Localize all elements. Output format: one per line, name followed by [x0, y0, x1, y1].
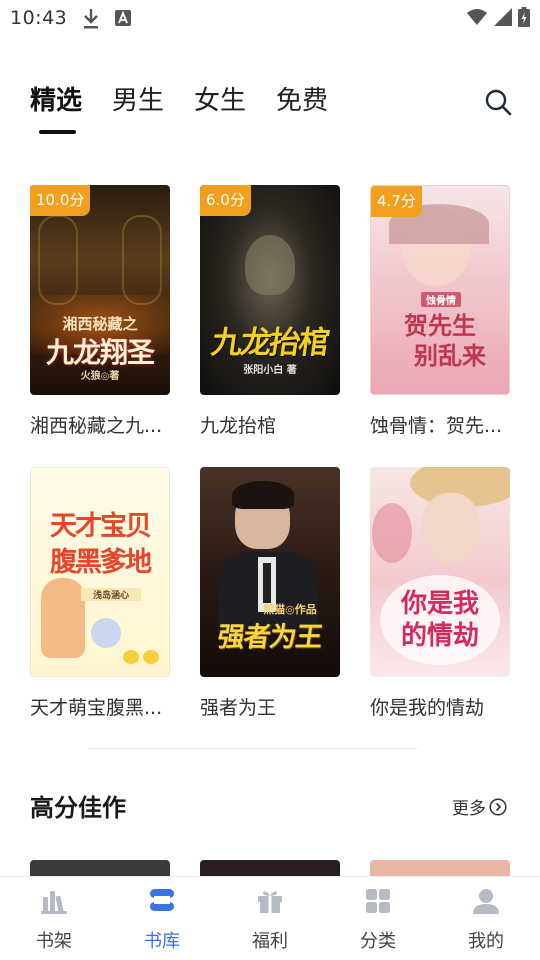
book-title[interactable]: 你是我的情劫	[370, 693, 510, 720]
book-cover[interactable]: 熊猫◎作品 强者为王	[200, 467, 340, 677]
cover-big-title-line2: 腹黑爹地	[50, 547, 152, 578]
tab-male[interactable]: 男生	[112, 84, 164, 118]
book-title[interactable]: 天才萌宝腹黑...	[30, 693, 170, 720]
profile-icon	[473, 889, 499, 914]
cover-tag: 蚀骨情	[421, 292, 461, 307]
book-card[interactable]: 湘西秘藏之 九龙翔圣 火狼◎著 10.0分 湘西秘藏之九...	[30, 185, 170, 438]
search-icon[interactable]	[484, 88, 512, 116]
book-cover[interactable]: 蚀骨情 贺先生 别乱来 4.7分	[370, 185, 510, 395]
score-badge: 10.0分	[30, 185, 91, 216]
top-tabs: 精选 男生 女生 免费	[30, 84, 328, 118]
tab-featured[interactable]: 精选	[30, 84, 82, 118]
book-cover[interactable]: 天才宝贝 腹黑爹地 浅岛涵心	[30, 467, 170, 677]
cover-big-title: 九龙翔圣	[45, 336, 155, 369]
nav-welfare[interactable]: 福利	[216, 877, 324, 960]
book-title[interactable]: 湘西秘藏之九...	[30, 411, 170, 438]
cover-big-title-line2: 别乱来	[414, 341, 486, 370]
battery-icon	[518, 7, 530, 27]
bookshelf-icon	[41, 891, 67, 914]
cover-big-title: 强者为王	[215, 622, 324, 653]
cover-author: 浅岛涵心	[81, 588, 141, 601]
nav-library[interactable]: 书库	[108, 877, 216, 960]
section-divider	[88, 748, 418, 749]
book-cover[interactable]: 九龙抬棺 张阳小白 著 6.0分	[200, 185, 340, 395]
wifi-icon	[467, 9, 487, 25]
nav-label: 我的	[468, 931, 504, 952]
score-badge: 4.7分	[371, 186, 422, 217]
book-title[interactable]: 蚀骨情：贺先...	[370, 411, 510, 438]
download-icon	[84, 9, 98, 29]
book-card[interactable]: 蚀骨情 贺先生 别乱来 4.7分 蚀骨情：贺先...	[370, 185, 510, 438]
cover-big-title-line2: 的情劫	[400, 621, 479, 651]
more-label: 更多	[452, 799, 486, 819]
book-cover[interactable]: 湘西秘藏之 九龙翔圣 火狼◎著 10.0分	[30, 185, 170, 395]
active-tab-indicator	[39, 130, 76, 134]
score-badge: 6.0分	[200, 185, 251, 216]
book-title[interactable]: 九龙抬棺	[200, 411, 340, 438]
signal-icon	[494, 8, 512, 26]
section-title: 高分佳作	[30, 794, 126, 822]
bottom-nav: 书架 书库 福利 分类 我的	[0, 876, 540, 960]
tab-female[interactable]: 女生	[194, 84, 246, 118]
gift-icon	[258, 891, 282, 913]
cover-author: 张阳小白 著	[243, 365, 297, 376]
nav-label: 福利	[252, 931, 288, 952]
chevron-right-circle-icon	[489, 797, 507, 816]
book-title[interactable]: 强者为王	[200, 693, 340, 720]
library-icon	[150, 889, 174, 911]
nav-category[interactable]: 分类	[324, 877, 432, 960]
book-card[interactable]: 你是我 的情劫 你是我的情劫	[370, 467, 510, 720]
book-card[interactable]: 天才宝贝 腹黑爹地 浅岛涵心 天才萌宝腹黑...	[30, 467, 170, 720]
cover-big-title: 天才宝贝	[50, 511, 152, 542]
status-icons	[466, 7, 530, 27]
book-card[interactable]: 九龙抬棺 张阳小白 著 6.0分 九龙抬棺	[200, 185, 340, 438]
nav-label: 书库	[144, 931, 180, 952]
status-time: 10:43	[10, 7, 68, 29]
nav-profile[interactable]: 我的	[432, 877, 540, 960]
nav-label: 分类	[360, 931, 396, 952]
a-notification-icon	[115, 10, 131, 26]
nav-bookshelf[interactable]: 书架	[0, 877, 108, 960]
more-link[interactable]: 更多	[452, 794, 507, 819]
nav-label: 书架	[36, 931, 72, 952]
category-grid-icon	[366, 889, 390, 913]
book-cover[interactable]: 你是我 的情劫	[370, 467, 510, 677]
status-bar: 10:43	[0, 0, 540, 38]
cover-big-title: 九龙抬棺	[208, 325, 331, 361]
cover-author: 火狼◎著	[80, 371, 120, 382]
tab-free[interactable]: 免费	[276, 84, 328, 118]
book-card[interactable]: 熊猫◎作品 强者为王 强者为王	[200, 467, 340, 720]
